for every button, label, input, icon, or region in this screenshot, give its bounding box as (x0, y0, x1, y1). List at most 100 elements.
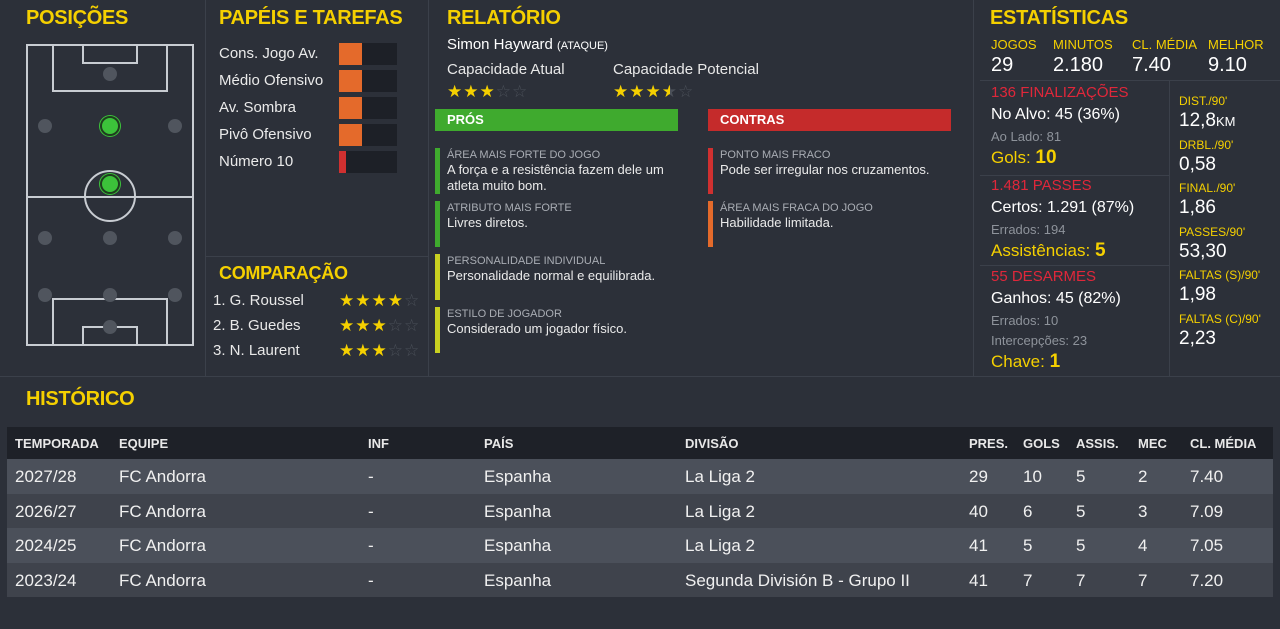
key-value: 1 (1049, 351, 1061, 372)
table-cell: 5 (1076, 501, 1086, 521)
table-cell: 7 (1076, 570, 1086, 590)
goals-label: Gols: (991, 148, 1031, 167)
table-cell: 7 (1138, 570, 1148, 590)
star-icon: ★ (339, 341, 356, 360)
table-cell: Segunda División B - Grupo II (685, 570, 910, 590)
table-cell: FC Andorra (119, 570, 206, 590)
table-cell: 10 (1023, 467, 1042, 486)
star-empty-icon: ☆ (495, 82, 512, 101)
role-label: Pivô Ofensivo (219, 126, 312, 143)
rating-indicator (708, 201, 713, 247)
report-item-text: Personalidade normal e equilibrada. (447, 268, 656, 283)
comparison-row[interactable]: 3. N. Laurent ★★★☆☆ (213, 341, 428, 364)
table-cell: La Liga 2 (685, 501, 755, 521)
table-cell: 5 (1076, 467, 1086, 486)
table-cell: 7 (1023, 570, 1033, 590)
table-cell: 29 (969, 467, 988, 486)
table-cell: 41 (969, 536, 988, 555)
role-label: Av. Sombra (219, 99, 296, 116)
table-row[interactable]: 2024/25 FC Andorra - Espanha La Liga 2 41 5 5 4 7… (7, 528, 1273, 563)
comparison-row[interactable]: 1. G. Roussel ★★★★☆ (213, 291, 428, 314)
divider (205, 256, 428, 257)
table-cell: Espanha (484, 536, 552, 555)
star-empty-icon: ☆ (387, 341, 404, 360)
star-icon: ★ (463, 82, 480, 101)
column-header[interactable]: GOLS (1023, 436, 1060, 451)
history-table: TEMPORADA EQUIPE INF PAÍS DIVISÃO PRES. GOLS AS… (7, 427, 1273, 597)
table-row[interactable]: 2023/24 FC Andorra - Espanha Segunda Divisió… (7, 562, 1273, 597)
report-item-text: Habilidade limitada. (720, 215, 834, 230)
divider (428, 0, 429, 376)
stat-label: MELHOR (1208, 37, 1264, 52)
rating-indicator (435, 201, 440, 247)
stat-value: 2.180 (1053, 54, 1104, 76)
role-row[interactable]: Número 10 (219, 151, 409, 175)
column-header[interactable]: EQUIPE (119, 436, 168, 451)
stat-label: CL. MÉDIA (1132, 37, 1198, 52)
unit-label: KM (1215, 114, 1236, 129)
per90-value: 2,23 (1179, 328, 1216, 349)
shots-off-target: Ao Lado: 81 (991, 129, 1062, 144)
stat-value: 29 (991, 54, 1014, 76)
roles-title: PAPÉIS E TAREFAS (219, 7, 403, 29)
star-icon: ★ (645, 82, 662, 101)
rating-indicator (435, 254, 440, 300)
per90-label: PASSES/90' (1179, 224, 1246, 239)
tackles-title: 55 DESARMES (991, 268, 1097, 285)
table-cell: Espanha (484, 467, 552, 486)
role-row[interactable]: Pivô Ofensivo (219, 124, 409, 148)
table-cell: - (368, 467, 374, 486)
passes-title: 1.481 PASSES (991, 177, 1092, 194)
history-title: HISTÓRICO (26, 388, 135, 410)
star-icon: ★ (355, 341, 372, 360)
per90-value: 0,58 (1179, 153, 1216, 175)
role-row[interactable]: Médio Ofensivo (219, 70, 409, 94)
star-empty-icon: ☆ (404, 316, 421, 335)
divider (205, 0, 206, 376)
table-cell: Espanha (484, 570, 552, 590)
column-header[interactable]: PAÍS (484, 436, 513, 451)
table-cell: 7.05 (1190, 536, 1224, 555)
table-cell: La Liga 2 (685, 467, 755, 486)
star-empty-icon: ☆ (404, 341, 421, 360)
table-cell: 7.20 (1190, 570, 1224, 590)
comparison-row[interactable]: 2. B. Guedes ★★★☆☆ (213, 316, 428, 339)
goals-value: 10 (1035, 147, 1057, 168)
tackles-missed: Errados: 10 (991, 313, 1059, 328)
table-row[interactable]: 2027/28 FC Andorra - Espanha La Liga 2 29 10 5 2… (7, 459, 1273, 494)
key-tackles-stat: Chave: 1 (991, 351, 1060, 373)
per90-value: 1,98 (1179, 284, 1216, 306)
position-marker (168, 119, 182, 133)
column-header[interactable]: CL. MÉDIA (1190, 436, 1256, 451)
column-header[interactable]: MEC (1138, 436, 1167, 451)
per90-label: FALTAS (C)/90' (1179, 312, 1261, 326)
potential-ability-label: Capacidade Potencial (613, 61, 759, 78)
star-empty-icon: ☆ (387, 316, 404, 335)
column-header[interactable]: TEMPORADA (15, 436, 99, 451)
passes-completed: Certos: 1.291 (87%) (991, 199, 1135, 216)
position-marker (103, 288, 117, 302)
role-suitability-bar (339, 97, 397, 119)
column-header[interactable]: DIVISÃO (685, 436, 738, 451)
position-marker (38, 288, 52, 302)
column-header[interactable]: ASSIS. (1076, 436, 1119, 451)
table-row[interactable]: 2026/27 FC Andorra - Espanha La Liga 2 40 6 5 3 7… (7, 493, 1273, 528)
position-marker (38, 231, 52, 245)
key-label: Chave: (991, 352, 1045, 371)
column-header[interactable]: PRES. (969, 436, 1008, 451)
current-ability-stars: ★★★☆☆ (447, 82, 528, 102)
star-icon: ★ (339, 316, 356, 335)
column-header[interactable]: INF (368, 436, 389, 451)
per90-label: FINAL./90' (1179, 181, 1236, 196)
stat-label: JOGOS (991, 37, 1037, 52)
table-cell: 5 (1076, 536, 1086, 555)
role-row[interactable]: Cons. Jogo Av. (219, 43, 409, 67)
report-item-label: ÁREA MAIS FORTE DO JOGO (447, 149, 601, 161)
assists-stat: Assistências: 5 (991, 240, 1106, 262)
goals-stat: Gols: 10 (991, 147, 1057, 169)
divider (973, 0, 974, 376)
divider (1169, 80, 1170, 376)
role-row[interactable]: Av. Sombra (219, 97, 409, 121)
role-suitability-bar (339, 70, 397, 92)
report-item-label: ATRIBUTO MAIS FORTE (447, 202, 572, 214)
